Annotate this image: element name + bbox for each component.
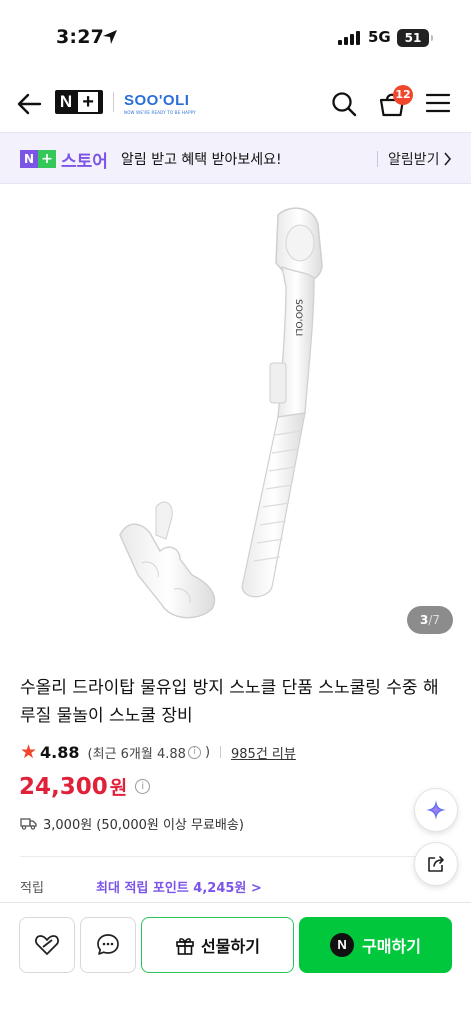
- buy-now-button[interactable]: N 구매하기: [299, 917, 452, 973]
- image-page-counter: 3/7: [407, 606, 453, 634]
- gift-label: 선물하기: [201, 937, 260, 956]
- location-arrow-icon: [103, 30, 117, 44]
- store-logo-n: N: [20, 150, 38, 168]
- logo-divider: [113, 92, 114, 112]
- price-row: 24,300 원 i: [19, 773, 151, 800]
- recent-rating: (최근 6개월 4.88: [87, 746, 186, 762]
- heart-icon: [35, 935, 59, 955]
- nplus-logo-n: N: [59, 92, 73, 111]
- brand-logo[interactable]: SOO'OLI NOW WE'RE READY TO BE HAPPY: [124, 92, 196, 115]
- points-label: 적립: [20, 881, 44, 896]
- notification-banner[interactable]: N + 스토어 알림 받고 혜택 받아보세요! 알림받기: [0, 132, 471, 184]
- product-title: 수올리 드라이탑 물유입 방지 스노클 단품 스노쿨링 수중 해루질 물놀이 스…: [20, 678, 439, 726]
- review-count-link[interactable]: 985건 리뷰: [231, 743, 296, 762]
- nplus-logo-plus: +: [78, 92, 99, 112]
- sparkle-icon: [426, 800, 446, 820]
- ai-assistant-button[interactable]: [414, 788, 458, 832]
- wishlist-button[interactable]: [19, 917, 75, 973]
- store-logo-plus: +: [38, 150, 56, 168]
- points-value-link[interactable]: 최대 적립 포인트 4,245원 >: [96, 877, 262, 896]
- brand-tagline: NOW WE'RE READY TO BE HAPPY: [124, 110, 196, 115]
- top-nav: N + SOO'OLI NOW WE'RE READY TO BE HAPPY …: [0, 76, 471, 132]
- signal-icon: [338, 31, 360, 45]
- subscribe-alert-button[interactable]: 알림받기: [388, 149, 440, 169]
- gift-icon: [176, 938, 194, 955]
- image-total-count: /7: [428, 613, 441, 627]
- rating-divider: [220, 746, 222, 758]
- star-icon: ★: [20, 741, 38, 763]
- delivery-truck-icon: [20, 818, 37, 830]
- npay-badge-icon: N: [330, 933, 355, 957]
- share-button[interactable]: [414, 842, 458, 886]
- chat-bubble-icon: [97, 934, 119, 955]
- menu-icon[interactable]: [426, 92, 450, 114]
- notice-divider: [377, 151, 378, 167]
- svg-text:SOO'OLI: SOO'OLI: [293, 299, 303, 336]
- nplus-logo[interactable]: N +: [55, 90, 103, 114]
- recent-rating-close: ): [204, 744, 211, 760]
- chat-inquiry-button[interactable]: [80, 917, 136, 973]
- battery-icon: 51: [397, 29, 433, 47]
- back-arrow-icon[interactable]: [14, 89, 44, 119]
- rating-row: ★ 4.88 (최근 6개월 4.88 i ) 985건 리뷰: [20, 740, 296, 764]
- nplus-store-logo: N +: [20, 150, 56, 168]
- notice-message: 알림 받고 혜택 받아보세요!: [121, 152, 282, 168]
- buy-label: 구매하기: [362, 937, 421, 956]
- gift-button[interactable]: 선물하기: [141, 917, 294, 973]
- bottom-action-bar: 선물하기 N 구매하기: [0, 902, 471, 1024]
- status-time: 3:27: [56, 26, 105, 48]
- share-icon: [428, 856, 444, 872]
- cart-count-badge: 12: [393, 85, 413, 105]
- search-icon[interactable]: [330, 90, 358, 118]
- chevron-right-icon: [444, 152, 452, 166]
- shipping-text: 3,000원 (50,000원 이상 무료배송): [43, 818, 244, 833]
- price-amount: 24,300: [19, 773, 108, 800]
- network-type: 5G: [368, 28, 391, 46]
- rating-score: 4.88: [40, 742, 80, 762]
- shipping-row: 3,000원 (50,000원 이상 무료배송): [20, 814, 244, 833]
- info-icon[interactable]: i: [187, 745, 201, 759]
- section-divider: [20, 856, 451, 857]
- store-label: 스토어: [61, 152, 108, 172]
- price-info-icon[interactable]: i: [135, 779, 151, 794]
- product-image-carousel[interactable]: SOO'OLI: [0, 185, 471, 650]
- price-unit: 원: [109, 777, 128, 799]
- brand-name: SOO'OLI: [124, 92, 190, 109]
- product-image: SOO'OLI: [119, 207, 323, 619]
- status-bar: 3:27 5G 51: [0, 0, 471, 76]
